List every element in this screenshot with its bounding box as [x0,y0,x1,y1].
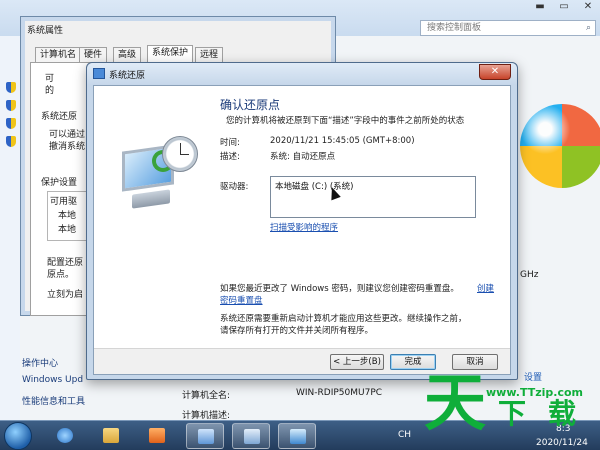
language-indicator[interactable]: CH [398,430,411,440]
sidebar-link-windows-update[interactable]: Windows Upd [22,375,83,385]
protection-settings-heading: 保护设置 [41,178,78,188]
system-restore-title: 系统还原 [109,71,146,81]
taskbar-control-panel[interactable] [186,423,224,449]
configure-restore-text-2: 原点。 [47,270,75,280]
computer-fullname-label: 计算机全名: [182,391,231,401]
confirm-restore-subtitle: 您的计算机将被还原到下面“描述”字段中的事件之前所处的状态 [226,116,465,126]
taskbar-explorer[interactable] [92,423,130,449]
system-restore-heading: 系统还原 [41,112,78,122]
system-restore-dialog: 系统还原 ✕ 确认还原点 您的计算机将被还原到下面“描述”字段中的事件之前所处的… [86,62,518,380]
description-value: 系统: 自动还原点 [270,152,336,162]
cpu-speed-unit: GHz [520,270,539,280]
time-label: 时间: [220,138,240,148]
system-restore-icon [290,429,306,444]
taskbar-system-properties[interactable] [232,423,270,449]
taskbar-ie[interactable] [46,423,84,449]
maximize-icon[interactable]: ▭ [552,0,576,16]
change-settings-link[interactable]: 设置 [524,370,542,383]
confirm-restore-heading: 确认还原点 [220,98,281,112]
password-note: 如果您最近更改了 Windows 密码，则建议您创建密码重置盘。 [220,284,459,294]
create-password-disk-link-2[interactable]: 密码重置盘 [220,294,263,306]
shield-icon [6,100,16,111]
sidebar-link-performance[interactable]: 性能信息和工具 [22,394,85,407]
control-panel-sidebar [0,36,20,420]
watermark-logo: 天 [424,366,487,439]
media-player-icon [149,428,165,443]
control-panel-search-input[interactable]: 搜索控制面板 ⌕ [420,20,596,36]
tab-remote[interactable]: 远程 [195,47,224,63]
watermark-char-2: 载 [548,397,577,430]
description-label: 描述: [220,152,240,162]
create-restore-text: 立刻为启 [47,290,84,300]
computer-fullname-value: WIN-RDIP50MU7PC [296,388,383,398]
close-button[interactable]: ✕ [479,64,511,80]
system-properties-title: 系统属性 [27,26,64,36]
windows-logo-icon [520,104,600,188]
protection-intro-text-2: 的 [45,86,55,96]
sidebar-link-action-center[interactable]: 操作中心 [22,356,58,369]
ie-icon [57,428,73,443]
tab-hardware[interactable]: 硬件 [79,47,108,63]
folder-icon [103,428,119,443]
shield-icon [6,82,16,93]
taskbar-media[interactable] [138,423,176,449]
drive-list-item[interactable]: 本地磁盘 (C:) (系统) [275,180,353,192]
search-icon: ⌕ [585,23,591,33]
back-button[interactable]: < 上一步(B) [330,354,384,370]
system-restore-titlebar[interactable]: 系统还原 ✕ [87,63,517,85]
watermark-char: 下 [498,397,527,430]
restore-illustration-panel [94,86,212,348]
system-restore-icon [93,68,105,79]
drive-list-item[interactable]: 本地 [58,208,76,221]
restart-note-2: 请保存所有打开的文件并关闭所有程序。 [220,326,374,336]
tab-advanced[interactable]: 高级 [113,47,142,63]
drive-list-header: 可用驱 [50,197,78,207]
drive-list-item[interactable]: 本地 [58,222,76,235]
clock-icon [162,136,198,172]
computer-restore-icon [114,136,198,209]
start-button[interactable] [4,422,32,450]
taskbar-system-restore[interactable] [278,423,316,449]
system-restore-body: 确认还原点 您的计算机将被还原到下面“描述”字段中的事件之前所处的状态 时间: … [93,85,511,375]
scan-affected-programs-link[interactable]: 扫描受影响的程序 [270,221,338,233]
system-restore-desc-2: 撤消系统 [49,142,86,152]
tab-computer-name[interactable]: 计算机名 [35,47,82,63]
time-value: 2020/11/21 15:45:05 (GMT+8:00) [270,136,415,146]
close-icon[interactable]: ✕ [576,0,600,16]
drive-listbox[interactable]: 本地磁盘 (C:) (系统) [270,176,476,218]
system-properties-icon [244,429,260,444]
drive-list[interactable]: 可用驱 本地 本地 [47,191,87,241]
restart-note: 系统还原需要重新启动计算机才能应用这些更改。继续操作之前， [220,314,467,324]
tab-system-protection[interactable]: 系统保护 [147,45,194,63]
clock-date[interactable]: 2020/11/24 [536,438,588,448]
create-password-disk-link[interactable]: 创建 [477,282,494,294]
shield-icon [6,118,16,129]
shield-icon [6,136,16,147]
minimize-icon[interactable]: ▬ [528,0,552,16]
drive-label: 驱动器: [220,182,249,192]
control-panel-icon [198,429,214,444]
